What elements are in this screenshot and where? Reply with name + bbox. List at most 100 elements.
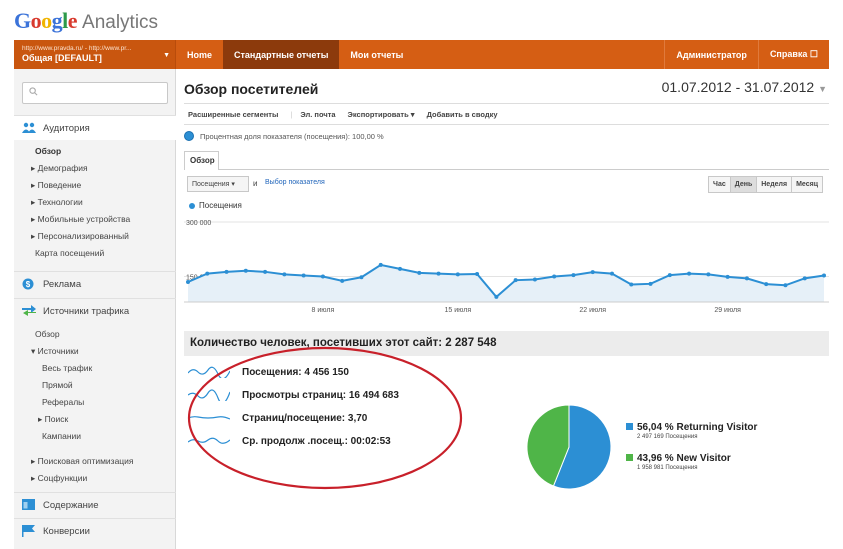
logo-product: Analytics	[82, 12, 159, 33]
sidebar-section-label: Источники трафика	[43, 305, 130, 317]
tab-admin[interactable]: Администратор	[664, 40, 758, 69]
date-range-picker[interactable]: 01.07.2012 - 31.07.2012 ▼	[662, 79, 827, 95]
tab-overview[interactable]: Обзор	[184, 151, 219, 170]
period-selector: Час День Неделя Месяц	[708, 176, 823, 193]
pie-legend-new: 43,96 % New Visitor 1 958 981 Посещения	[626, 453, 731, 471]
sidebar-item-seo[interactable]: ▸ Поисковая оптимизация	[14, 453, 176, 470]
date-range: 01.07.2012 - 31.07.2012	[661, 79, 815, 95]
segment-indicator: Процентная доля показателя (посещения): …	[184, 131, 384, 141]
sidebar-item-all-traffic[interactable]: Весь трафик	[14, 360, 176, 377]
tab-my-reports[interactable]: Мои отчеты	[339, 40, 414, 69]
legend-dot-icon	[189, 202, 195, 209]
data-point	[802, 276, 807, 281]
visitor-type-pie-chart	[526, 404, 612, 490]
data-point	[475, 272, 480, 276]
period-day-button[interactable]: День	[729, 177, 757, 192]
sidebar: Аудитория Обзор ▸ Демография ▸ Поведение…	[14, 69, 176, 549]
sidebar-item-sources[interactable]: ▾ Источники	[14, 343, 176, 360]
pie-name-new: New Visitor	[676, 453, 731, 464]
account-selector[interactable]: http://www.pravda.ru/ - http://www.pr...…	[14, 40, 176, 69]
data-point	[186, 280, 190, 284]
data-point	[263, 269, 268, 274]
data-point	[224, 269, 229, 274]
pie-pct-returning: 56,04 %	[637, 422, 674, 433]
legend-label: Посещения	[199, 201, 242, 210]
export-button[interactable]: Экспортировать ▾	[348, 110, 415, 119]
tab-help[interactable]: Справка ☐	[757, 40, 829, 69]
data-point	[822, 273, 826, 278]
data-point	[687, 271, 692, 276]
data-point	[320, 274, 325, 279]
x-tick-label: 22 июля	[579, 307, 606, 314]
sidebar-item-mobile[interactable]: ▸ Мобильные устройства	[14, 211, 176, 228]
pie-sub-returning: 2 497 169 Посещения	[637, 434, 698, 440]
account-profile: Общая [DEFAULT]	[22, 53, 102, 63]
metric-select[interactable]: Посещения ▾	[187, 176, 249, 192]
sidebar-item-visitor-flow[interactable]: Карта посещений	[14, 245, 176, 262]
google-analytics-logo[interactable]: Google Analytics	[14, 8, 158, 36]
sidebar-item-social[interactable]: ▸ Соцфункции	[14, 470, 176, 487]
period-month-button[interactable]: Месяц	[791, 177, 822, 192]
sidebar-item-direct[interactable]: Прямой	[14, 377, 176, 394]
data-point	[301, 273, 306, 278]
sidebar-section-conversions[interactable]: Конверсии	[14, 518, 176, 543]
sidebar-section-content[interactable]: Содержание	[14, 492, 176, 517]
data-point	[706, 272, 711, 277]
data-point	[282, 272, 287, 277]
data-point	[398, 266, 402, 271]
search-input[interactable]	[22, 82, 168, 104]
select-metric-link[interactable]: Выбор показателя	[265, 179, 325, 186]
data-point	[378, 262, 383, 267]
highlight-oval	[187, 346, 463, 490]
add-to-dashboard-button[interactable]: Добавить в сводку	[427, 110, 498, 119]
logo-brand: Google	[14, 8, 78, 33]
x-tick-label: 15 июля	[445, 307, 472, 314]
data-point	[436, 271, 441, 276]
data-point	[764, 282, 769, 287]
sidebar-section-audience[interactable]: Аудитория	[14, 115, 176, 140]
data-point	[667, 273, 672, 278]
tab-standard-reports[interactable]: Стандартные отчеты	[223, 40, 340, 69]
sidebar-item-behavior[interactable]: ▸ Поведение	[14, 177, 176, 194]
pie-sub-new: 1 958 981 Посещения	[637, 465, 698, 471]
data-point	[205, 271, 210, 276]
tab-home[interactable]: Home	[176, 40, 223, 69]
sidebar-item-demographics[interactable]: ▸ Демография	[14, 160, 176, 177]
sidebar-item-overview[interactable]: Обзор	[14, 143, 176, 160]
data-point	[783, 283, 788, 288]
search-icon	[29, 87, 38, 96]
report-toolbar: Расширенные сегменты | Эл. почта Экспорт…	[184, 103, 829, 125]
svg-text:$: $	[26, 280, 31, 289]
data-point	[417, 270, 422, 275]
data-point	[340, 278, 345, 283]
sidebar-item-technology[interactable]: ▸ Технологии	[14, 194, 176, 211]
sidebar-section-traffic[interactable]: Источники трафика	[14, 298, 176, 323]
data-point	[359, 275, 364, 280]
pie-pct-new: 43,96 %	[637, 453, 674, 464]
sidebar-item-traffic-overview[interactable]: Обзор	[14, 326, 176, 343]
and-label: и	[253, 179, 258, 188]
series-area	[188, 264, 824, 302]
chart-legend: Посещения	[189, 201, 242, 210]
data-point	[629, 282, 634, 287]
period-hour-button[interactable]: Час	[709, 177, 730, 192]
advanced-segments-button[interactable]: Расширенные сегменты	[188, 110, 278, 119]
period-week-button[interactable]: Неделя	[756, 177, 792, 192]
sidebar-section-ads[interactable]: $ Реклама	[14, 271, 176, 296]
legend-swatch	[626, 454, 633, 461]
data-point	[725, 274, 730, 279]
flag-icon	[22, 525, 36, 537]
data-point	[513, 278, 518, 283]
data-point	[552, 274, 557, 279]
account-url: http://www.pravda.ru/ - http://www.pr...	[22, 45, 132, 52]
sidebar-section-label: Конверсии	[43, 525, 90, 537]
sidebar-item-referrals[interactable]: Рефералы	[14, 394, 176, 411]
sidebar-item-custom[interactable]: ▸ Персонализированный	[14, 228, 176, 245]
data-point	[610, 271, 614, 276]
pie-name-returning: Returning Visitor	[676, 422, 758, 433]
sidebar-item-campaigns[interactable]: Кампании	[14, 428, 176, 445]
sidebar-item-search[interactable]: ▸ Поиск	[14, 411, 176, 428]
data-point	[744, 276, 749, 281]
top-navigation: http://www.pravda.ru/ - http://www.pr...…	[14, 40, 829, 69]
email-button[interactable]: Эл. почта	[300, 110, 335, 119]
